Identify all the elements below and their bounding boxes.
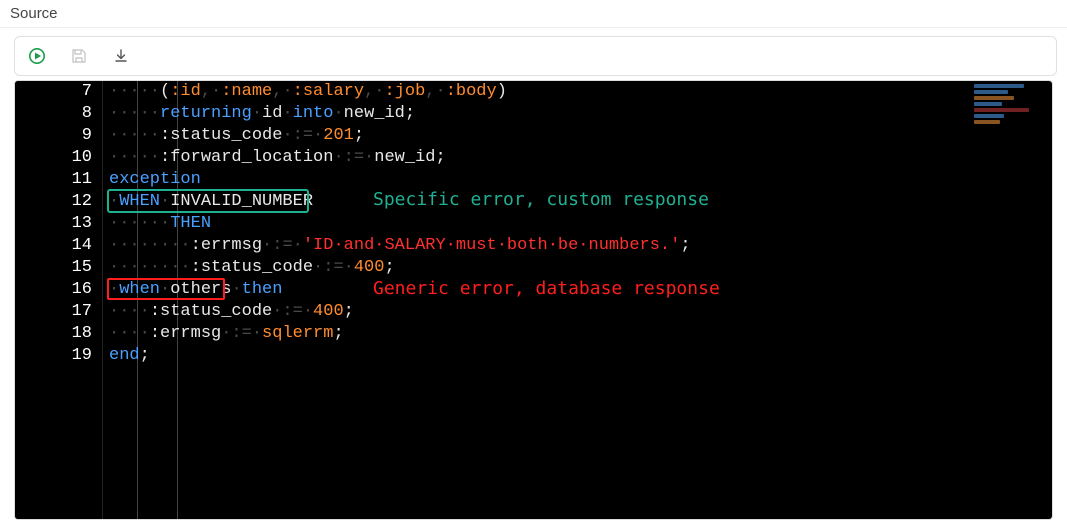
code-line: exception [109,169,1052,191]
code-line: ·····(:id,·:name,·:salary,·:job,·:body) [109,81,1052,103]
line-number: 8 [15,103,92,125]
editor-frame: 7 8 9 10 11 12 13 14 15 16 17 18 19 ····… [14,80,1053,520]
run-button[interactable] [25,44,49,68]
code-line: end; [109,345,1052,367]
line-number: 18 [15,323,92,345]
code-line: ·when·others·then [109,279,1052,301]
code-line: ······THEN [109,213,1052,235]
code-line: ·····:forward_location·:=·new_id; [109,147,1052,169]
toolbar [14,36,1057,76]
line-number: 9 [15,125,92,147]
line-number: 16 [15,279,92,301]
code-line: ····:errmsg·:=·sqlerrm; [109,323,1052,345]
toolbar-wrap [0,28,1067,80]
line-number: 15 [15,257,92,279]
line-number: 10 [15,147,92,169]
panel-header: Source [0,0,1067,28]
save-icon [71,48,87,64]
line-number: 12 [15,191,92,213]
code-line: ·····:status_code·:=·201; [109,125,1052,147]
download-button[interactable] [109,44,133,68]
line-number: 7 [15,81,92,103]
save-button[interactable] [67,44,91,68]
code-editor[interactable]: 7 8 9 10 11 12 13 14 15 16 17 18 19 ····… [15,81,1052,519]
download-icon [113,48,129,64]
line-number: 13 [15,213,92,235]
code-area[interactable]: ·····(:id,·:name,·:salary,·:job,·:body) … [103,81,1052,519]
code-line: ·WHEN·INVALID_NUMBER [109,191,1052,213]
panel-title: Source [10,5,58,22]
play-icon [29,48,45,64]
code-line: ·····returning·id·into·new_id; [109,103,1052,125]
line-number: 17 [15,301,92,323]
code-line: ········:errmsg·:=·'ID·and·SALARY·must·b… [109,235,1052,257]
line-number: 11 [15,169,92,191]
line-number: 19 [15,345,92,367]
line-gutter: 7 8 9 10 11 12 13 14 15 16 17 18 19 [15,81,103,519]
code-line: ····:status_code·:=·400; [109,301,1052,323]
code-line: ········:status_code·:=·400; [109,257,1052,279]
line-number: 14 [15,235,92,257]
